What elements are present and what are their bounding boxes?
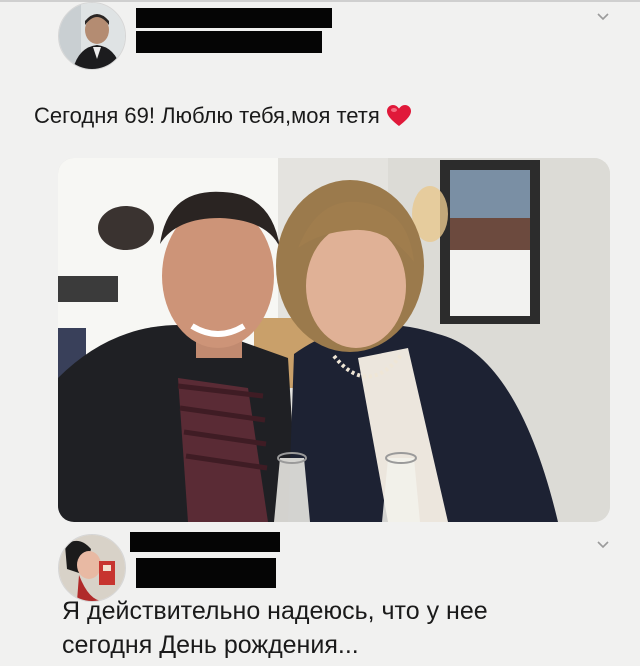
tweet-text: Сегодня 69! Люблю тебя,моя тетя xyxy=(34,102,412,130)
redacted-display-name xyxy=(136,8,332,28)
avatar-photo xyxy=(59,535,125,601)
tweet-text-content: Сегодня 69! Люблю тебя,моя тетя xyxy=(34,103,380,128)
heart-icon xyxy=(386,105,411,126)
reply-text-line: Я действительно надеюсь, что у нее xyxy=(62,597,488,625)
redacted-username xyxy=(136,558,276,588)
photo-scene xyxy=(58,158,610,522)
tweet: Сегодня 69! Люблю тебя,моя тетя xyxy=(0,0,640,158)
reply-text-line: сегодня День рождения... xyxy=(62,631,359,659)
tweet-photo[interactable] xyxy=(58,158,610,522)
reply-text: Я действительно надеюсь, что у нее сегод… xyxy=(62,594,622,662)
redacted-username xyxy=(136,31,322,53)
avatar-photo xyxy=(59,3,125,69)
avatar[interactable] xyxy=(58,534,126,602)
chevron-down-icon[interactable] xyxy=(596,10,610,24)
redacted-display-name xyxy=(130,532,280,552)
avatar[interactable] xyxy=(58,2,126,70)
reply-tweet: Я действительно надеюсь, что у нее сегод… xyxy=(0,522,640,666)
chevron-down-icon[interactable] xyxy=(596,538,610,552)
